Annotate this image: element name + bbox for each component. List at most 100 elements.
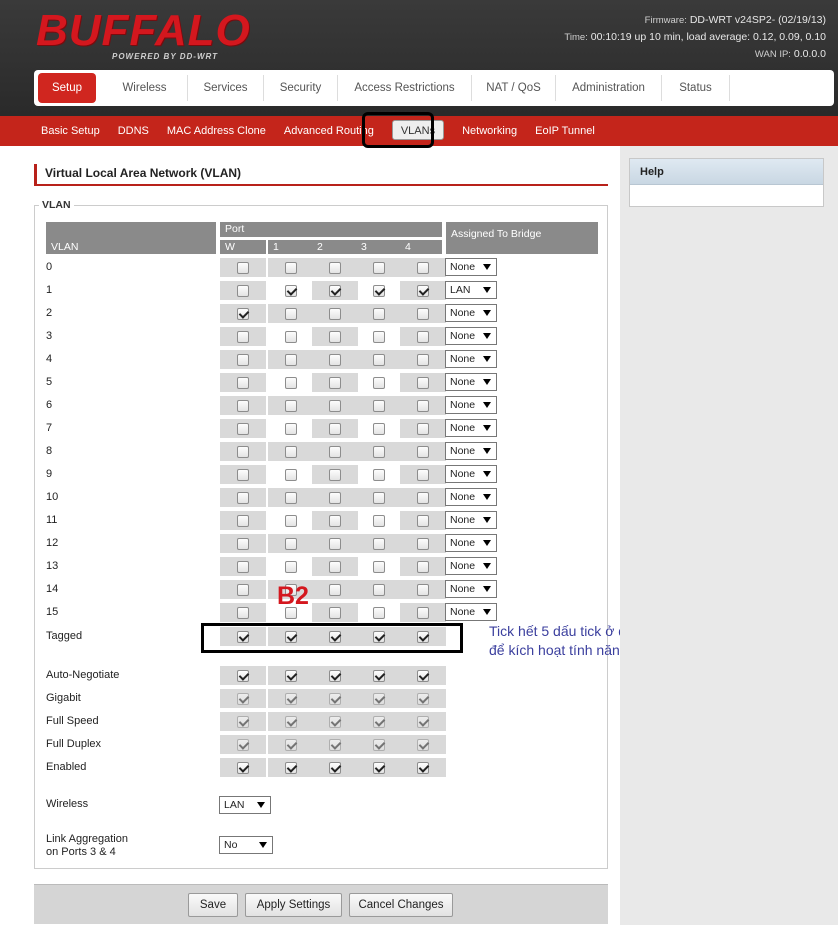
checkbox[interactable] <box>417 284 429 297</box>
vlan-9-bridge-select[interactable]: None <box>445 465 497 483</box>
checkbox[interactable] <box>417 537 429 550</box>
vlan-6-bridge-select[interactable]: None <box>445 396 497 414</box>
checkbox[interactable] <box>237 669 249 682</box>
checkbox[interactable] <box>285 261 297 274</box>
checkbox[interactable] <box>373 606 385 619</box>
checkbox[interactable] <box>329 560 341 573</box>
checkbox[interactable] <box>285 669 297 682</box>
checkbox[interactable] <box>417 330 429 343</box>
vlan-10-bridge-select[interactable]: None <box>445 488 497 506</box>
checkbox[interactable] <box>329 445 341 458</box>
checkbox[interactable] <box>237 468 249 481</box>
vlan-1-bridge-select[interactable]: LAN <box>445 281 497 299</box>
checkbox[interactable] <box>237 399 249 412</box>
checkbox[interactable] <box>373 514 385 527</box>
vlan-0-bridge-select[interactable]: None <box>445 258 497 276</box>
vlan-3-bridge-select[interactable]: None <box>445 327 497 345</box>
main-nav-tab-wireless[interactable]: Wireless <box>102 75 188 101</box>
checkbox[interactable] <box>417 445 429 458</box>
sub-nav-basic-setup[interactable]: Basic Setup <box>32 116 109 146</box>
main-nav-tab-services[interactable]: Services <box>188 75 264 101</box>
cancel-changes-button[interactable]: Cancel Changes <box>349 893 453 917</box>
checkbox[interactable] <box>329 399 341 412</box>
apply-settings-button[interactable]: Apply Settings <box>245 893 342 917</box>
sub-nav-networking[interactable]: Networking <box>453 116 526 146</box>
main-nav-tab-setup[interactable]: Setup <box>38 73 96 103</box>
checkbox[interactable] <box>373 422 385 435</box>
checkbox[interactable] <box>237 445 249 458</box>
checkbox[interactable] <box>417 468 429 481</box>
checkbox[interactable] <box>237 261 249 274</box>
vlan-5-bridge-select[interactable]: None <box>445 373 497 391</box>
checkbox[interactable] <box>329 583 341 596</box>
checkbox[interactable] <box>329 353 341 366</box>
main-nav-tab-nat-qos[interactable]: NAT / QoS <box>472 75 556 101</box>
vlan-14-bridge-select[interactable]: None <box>445 580 497 598</box>
checkbox[interactable] <box>285 422 297 435</box>
checkbox[interactable] <box>329 537 341 550</box>
checkbox[interactable] <box>285 399 297 412</box>
sub-nav-eoip-tunnel[interactable]: EoIP Tunnel <box>526 116 604 146</box>
checkbox[interactable] <box>417 491 429 504</box>
checkbox[interactable] <box>285 353 297 366</box>
checkbox[interactable] <box>417 669 429 682</box>
checkbox[interactable] <box>237 560 249 573</box>
checkbox[interactable] <box>285 560 297 573</box>
checkbox[interactable] <box>285 284 297 297</box>
checkbox[interactable] <box>329 284 341 297</box>
checkbox[interactable] <box>417 514 429 527</box>
checkbox[interactable] <box>237 422 249 435</box>
checkbox[interactable] <box>237 606 249 619</box>
checkbox[interactable] <box>329 422 341 435</box>
checkbox[interactable] <box>373 284 385 297</box>
checkbox[interactable] <box>417 606 429 619</box>
vlan-8-bridge-select[interactable]: None <box>445 442 497 460</box>
checkbox[interactable] <box>417 761 429 774</box>
checkbox[interactable] <box>285 514 297 527</box>
checkbox[interactable] <box>373 468 385 481</box>
checkbox[interactable] <box>285 376 297 389</box>
main-nav-tab-administration[interactable]: Administration <box>556 75 662 101</box>
checkbox[interactable] <box>285 537 297 550</box>
checkbox[interactable] <box>373 560 385 573</box>
main-nav-tab-security[interactable]: Security <box>264 75 338 101</box>
link-aggregation-select[interactable]: No <box>219 836 273 854</box>
wireless-bridge-select[interactable]: LAN <box>219 796 271 814</box>
checkbox[interactable] <box>237 307 249 320</box>
checkbox[interactable] <box>417 560 429 573</box>
checkbox[interactable] <box>373 376 385 389</box>
checkbox[interactable] <box>237 330 249 343</box>
checkbox[interactable] <box>373 491 385 504</box>
checkbox[interactable] <box>237 583 249 596</box>
main-nav-tab-status[interactable]: Status <box>662 75 730 101</box>
checkbox[interactable] <box>373 537 385 550</box>
vlan-15-bridge-select[interactable]: None <box>445 603 497 621</box>
checkbox[interactable] <box>285 445 297 458</box>
checkbox[interactable] <box>373 261 385 274</box>
sub-nav-mac-address-clone[interactable]: MAC Address Clone <box>158 116 275 146</box>
checkbox[interactable] <box>329 606 341 619</box>
main-nav-tab-access-restrictions[interactable]: Access Restrictions <box>338 75 472 101</box>
checkbox[interactable] <box>285 761 297 774</box>
checkbox[interactable] <box>417 399 429 412</box>
checkbox[interactable] <box>329 330 341 343</box>
checkbox[interactable] <box>373 399 385 412</box>
checkbox[interactable] <box>237 491 249 504</box>
checkbox[interactable] <box>285 307 297 320</box>
checkbox[interactable] <box>329 468 341 481</box>
checkbox[interactable] <box>417 376 429 389</box>
checkbox[interactable] <box>373 307 385 320</box>
checkbox[interactable] <box>285 491 297 504</box>
sub-nav-ddns[interactable]: DDNS <box>109 116 158 146</box>
checkbox[interactable] <box>237 353 249 366</box>
save-button[interactable]: Save <box>188 893 238 917</box>
vlan-4-bridge-select[interactable]: None <box>445 350 497 368</box>
checkbox[interactable] <box>417 422 429 435</box>
checkbox[interactable] <box>417 307 429 320</box>
vlan-7-bridge-select[interactable]: None <box>445 419 497 437</box>
vlan-13-bridge-select[interactable]: None <box>445 557 497 575</box>
checkbox[interactable] <box>329 491 341 504</box>
checkbox[interactable] <box>329 669 341 682</box>
checkbox[interactable] <box>373 353 385 366</box>
checkbox[interactable] <box>285 468 297 481</box>
